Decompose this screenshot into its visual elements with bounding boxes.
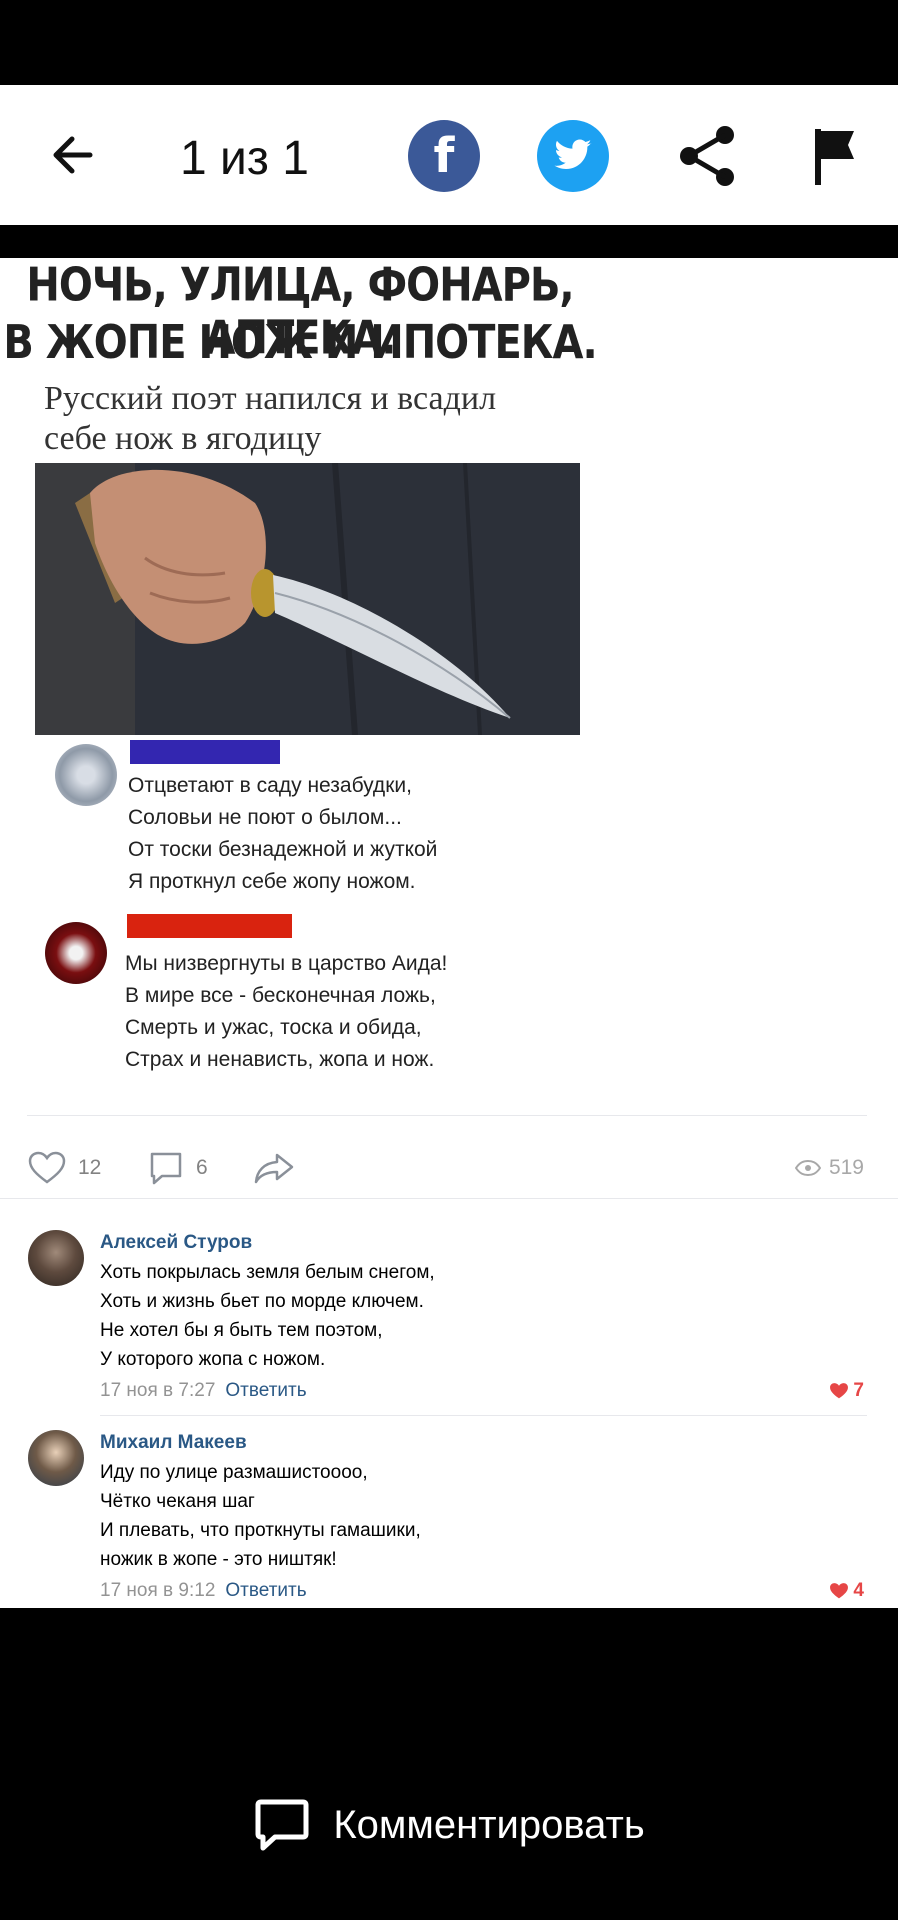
comment-author[interactable]: Михаил Макеев xyxy=(100,1432,247,1454)
twitter-share-button[interactable] xyxy=(537,120,609,192)
knife-photo xyxy=(35,463,580,735)
comment-timestamp: 17 ноя в 9:12 xyxy=(100,1580,216,1601)
meme-comment-1: Отцветают в саду незабудки, Соловьи не п… xyxy=(40,740,560,900)
arrow-left-icon xyxy=(53,136,93,174)
meme-comment-2-line-2: В мире все - бесконечная ложь, xyxy=(125,984,436,1007)
avatar[interactable] xyxy=(28,1430,84,1486)
comment-button[interactable]: Комментировать xyxy=(0,1770,898,1880)
reply-link[interactable]: Ответить xyxy=(225,1380,306,1401)
emblem-avatar-icon xyxy=(45,922,107,984)
heart-icon xyxy=(28,1151,66,1184)
reply-link[interactable]: Ответить xyxy=(225,1580,306,1601)
comment-item: Михаил Макеев Иду по улице размашистоооо… xyxy=(0,1430,898,1608)
comment-item: Алексей Стуров Хоть покрылась земля белы… xyxy=(0,1230,898,1416)
comment-text-line: И плевать, что проткнуты гамашики, xyxy=(100,1520,421,1541)
comment-text-line: ножик в жопе - это ништяк! xyxy=(100,1549,337,1570)
redacted-name-bar xyxy=(130,740,280,764)
divider xyxy=(100,1415,867,1416)
like-count: 12 xyxy=(78,1156,102,1179)
repost-arrow-icon xyxy=(254,1153,294,1184)
reel-avatar-icon xyxy=(55,744,117,806)
comment-meta: 17 ноя в 7:27 Ответить xyxy=(100,1380,307,1402)
facebook-share-button[interactable]: f xyxy=(408,120,480,192)
twitter-icon xyxy=(554,139,592,169)
comment-meta: 17 ноя в 9:12 Ответить xyxy=(100,1580,307,1602)
post-actions: 12 6 519 xyxy=(0,1128,898,1208)
post-card: НОЧЬ, УЛИЦА, ФОНАРЬ, АПТЕКА. В ЖОПЕ НОЖ … xyxy=(0,258,898,1608)
share-button[interactable] xyxy=(675,123,741,189)
comment-text-line: Чётко чеканя шаг xyxy=(100,1491,255,1512)
flag-icon xyxy=(815,129,854,185)
eye-icon xyxy=(794,1160,821,1176)
meme-comment-1-line-2: Соловьи не поют о былом... xyxy=(128,806,402,829)
meme-comment-2: Мы низвергнуты в царство Аида! В мире вс… xyxy=(40,914,560,1084)
redacted-name-bar xyxy=(127,914,292,938)
back-button[interactable] xyxy=(42,125,102,185)
comment-button-label: Комментировать xyxy=(333,1802,645,1847)
comment-bubble-icon xyxy=(255,1799,309,1851)
comment-text-line: Хоть покрылась земля белым снегом, xyxy=(100,1262,435,1283)
meme-subtitle-line-1: Русский поэт напился и всадил xyxy=(44,380,497,417)
facebook-icon: f xyxy=(433,128,455,184)
comment-timestamp: 17 ноя в 7:27 xyxy=(100,1380,216,1401)
comment-like-button[interactable]: 7 xyxy=(829,1380,864,1402)
comment-like-count: 4 xyxy=(853,1580,864,1601)
meme-comment-1-line-1: Отцветают в саду незабудки, xyxy=(128,774,412,797)
report-button[interactable] xyxy=(812,125,862,189)
heart-filled-icon xyxy=(830,1583,849,1599)
comment-count: 6 xyxy=(196,1156,208,1179)
comment-author[interactable]: Алексей Стуров xyxy=(100,1232,252,1254)
repost-button[interactable] xyxy=(253,1128,295,1208)
divider xyxy=(0,1198,898,1199)
meme-image[interactable]: НОЧЬ, УЛИЦА, ФОНАРЬ, АПТЕКА. В ЖОПЕ НОЖ … xyxy=(0,258,600,1088)
share-icon xyxy=(680,126,734,186)
avatar[interactable] xyxy=(28,1230,84,1286)
meme-comment-1-line-4: Я проткнул себе жопу ножом. xyxy=(128,870,416,893)
comment-icon xyxy=(150,1152,182,1185)
view-count-value: 519 xyxy=(828,1156,864,1179)
viewer-toolbar: 1 из 1 f xyxy=(0,85,898,225)
meme-comment-1-line-3: От тоски безнадежной и жуткой xyxy=(128,838,438,861)
meme-subtitle-line-2: себе нож в ягодицу xyxy=(44,420,322,457)
view-count: 519 xyxy=(794,1128,864,1208)
comment-text-line: Не хотел бы я быть тем поэтом, xyxy=(100,1320,383,1341)
heart-filled-icon xyxy=(830,1383,849,1399)
comment-text-line: У которого жопа с ножом. xyxy=(100,1349,326,1370)
like-button[interactable]: 12 xyxy=(28,1128,101,1208)
image-counter: 1 из 1 xyxy=(180,132,309,185)
comments-button[interactable]: 6 xyxy=(148,1128,208,1208)
comment-text-line: Иду по улице размашистоооо, xyxy=(100,1462,368,1483)
divider xyxy=(27,1115,867,1116)
meme-comment-2-line-3: Смерть и ужас, тоска и обида, xyxy=(125,1016,422,1039)
comment-like-count: 7 xyxy=(853,1380,864,1401)
comment-text-line: Хоть и жизнь бьет по морде ключем. xyxy=(100,1291,424,1312)
meme-comment-2-line-1: Мы низвергнуты в царство Аида! xyxy=(125,952,448,975)
meme-headline-line-2: В ЖОПЕ НОЖ И ИПОТЕКА. xyxy=(3,316,597,370)
comment-like-button[interactable]: 4 xyxy=(829,1580,864,1602)
meme-comment-2-line-4: Страх и ненависть, жопа и нож. xyxy=(125,1048,435,1071)
